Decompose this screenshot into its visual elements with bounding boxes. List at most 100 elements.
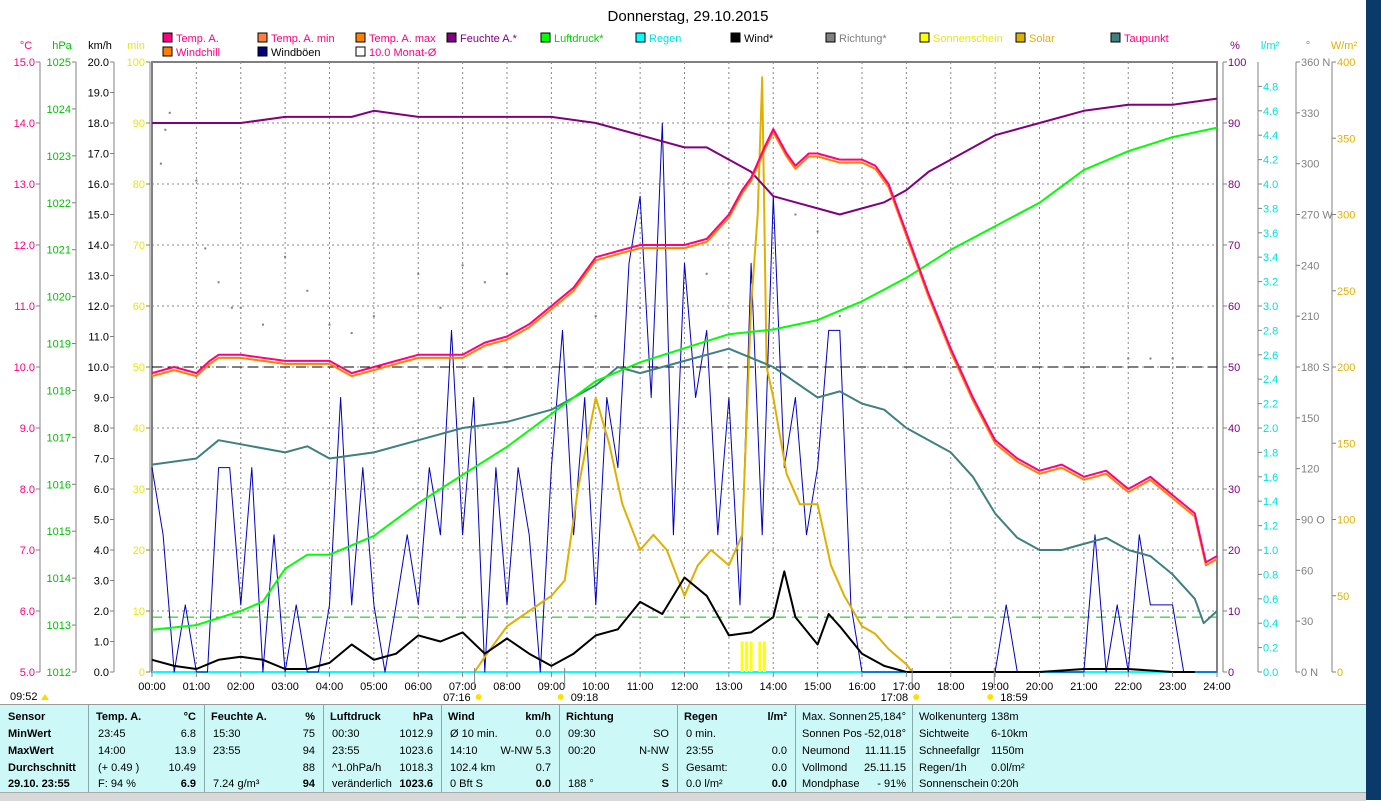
- axis-tick-label: 2.2: [1263, 399, 1278, 411]
- misc-label: Sonnenschein: [919, 778, 989, 790]
- legend-swatch: [825, 32, 836, 43]
- axis-tick-label: 0: [139, 667, 145, 679]
- axis-tick-label: 14.0: [14, 118, 35, 130]
- sun-value: 25,184°: [867, 711, 906, 723]
- legend-label: 10.0 Monat-Ø: [369, 47, 437, 59]
- axis-tick-label: 5.0: [94, 515, 109, 527]
- sun-value: 11.11.15: [864, 745, 906, 757]
- axis-tick-label: 2.0: [94, 606, 109, 618]
- x-axis-tick-label: 21:00: [1070, 681, 1098, 693]
- x-axis-tick-label: 22:00: [1114, 681, 1142, 693]
- rain-column: Regen l/m² 0 min. 23:55 0.0 Gesamt: 0.0 0.0 l/m…: [678, 705, 796, 793]
- axis-tick-label: 1013: [47, 620, 71, 632]
- richtung-point: [639, 306, 642, 309]
- richtung-point: [506, 272, 508, 275]
- row-label: MaxWert: [8, 745, 54, 757]
- axis-tick-label: 8.0: [20, 484, 35, 496]
- legend-item-richtung-: Richtung*: [825, 32, 887, 45]
- legend-item-windchill: Windchill: [162, 46, 220, 59]
- axis-unit-label: %: [1230, 40, 1240, 52]
- x-axis-tick-label: 03:00: [271, 681, 299, 693]
- richtung-point: [350, 332, 353, 335]
- axis-tick-label: 100: [1337, 515, 1355, 527]
- temp-time: F: 94 %: [98, 778, 136, 790]
- axis-tick-label: 210: [1301, 311, 1319, 323]
- richtung-point: [164, 128, 167, 131]
- row-label: MinWert: [8, 728, 52, 740]
- hum-unit: %: [305, 711, 315, 723]
- temp-header: Temp. A.: [96, 711, 142, 723]
- axis-tick-label: 0 N: [1301, 667, 1318, 679]
- temp-unit: °C: [183, 711, 196, 723]
- sunrise-icon: [913, 694, 920, 700]
- sensor-column: Sensor MinWert MaxWert Durchschnitt 29.1…: [0, 705, 89, 793]
- axis-unit-label: °C: [20, 40, 32, 52]
- axis-tick-label: 10.0: [14, 362, 35, 374]
- axis-tick-label: 1015: [47, 526, 71, 538]
- x-axis-tick-label: 01:00: [183, 681, 211, 693]
- temp-value: 13.9: [174, 745, 196, 757]
- legend-swatch: [355, 46, 366, 57]
- axis-tick-label: 100: [1228, 57, 1246, 69]
- axis-tick-label: 9.0: [94, 393, 109, 405]
- axis-unit-label: km/h: [88, 40, 112, 52]
- sun-marker-label: 18:59: [1000, 692, 1028, 704]
- legend-item-temp-a-min: Temp. A. min: [257, 32, 335, 45]
- axis-tick-label: 400: [1337, 57, 1355, 69]
- axis-tick-label: 2.0: [1263, 423, 1278, 435]
- richtung-point: [417, 272, 420, 275]
- axis-tick-label: 1012: [47, 667, 71, 679]
- sun-label: Sonnen Pos: [802, 728, 862, 740]
- axis-tick-label: 90 O: [1301, 515, 1325, 527]
- richtung-point: [372, 315, 375, 318]
- hum-value: 94: [302, 745, 315, 757]
- richtung-point: [794, 213, 797, 216]
- legend-item-regen: Regen: [635, 32, 681, 45]
- dir-time: 09:30: [568, 728, 596, 740]
- richtung-point: [439, 306, 442, 309]
- axis-tick-label: 50: [1228, 362, 1240, 374]
- axis-tick-label: 20: [133, 545, 145, 557]
- sun-label: Mondphase: [802, 778, 860, 790]
- axis-tick-label: 80: [133, 179, 145, 191]
- richtung-point: [594, 315, 597, 318]
- richtung-point: [284, 255, 287, 258]
- axis-tick-label: 15.0: [88, 210, 109, 222]
- legend-label: Luftdruck*: [554, 33, 604, 45]
- press-unit: hPa: [412, 711, 433, 723]
- axis-tick-label: 0.6: [1263, 594, 1278, 606]
- temp-value: 10.49: [168, 762, 196, 774]
- axis-tick-label: 6.0: [94, 484, 109, 496]
- axis-tick-label: 120: [1301, 464, 1319, 476]
- rain-header: Regen: [684, 711, 718, 723]
- axis-tick-label: 0.0: [1263, 667, 1278, 679]
- sun-value: 25.11.15: [863, 762, 906, 774]
- wind-time: 102.4 km: [450, 762, 496, 774]
- axis-tick-label: 0.8: [1263, 569, 1278, 581]
- misc-value: 0.0l/m²: [991, 762, 1025, 774]
- window-edge: [1366, 0, 1381, 800]
- legend-item-solar: Solar: [1015, 32, 1055, 45]
- axis-tick-label: 9.0: [20, 423, 35, 435]
- rain-time: 23:55: [686, 745, 714, 757]
- row-label: Durchschnitt: [8, 762, 76, 774]
- axis-tick-label: 4.6: [1263, 106, 1278, 118]
- axis-tick-label: 50: [1337, 591, 1349, 603]
- legend-swatch: [730, 32, 741, 43]
- legend-item-temp-a-max: Temp. A. max: [355, 32, 436, 45]
- axis-tick-label: 8.0: [94, 423, 109, 435]
- x-axis-tick-label: 15:00: [804, 681, 832, 693]
- axis-tick-label: 3.0: [94, 576, 109, 588]
- sonnenschein-bar: [745, 641, 749, 672]
- x-axis-tick-label: 04:00: [316, 681, 344, 693]
- legend-label: Wind*: [744, 33, 774, 45]
- x-axis-tick-label: 05:00: [360, 681, 388, 693]
- richtung-point: [816, 230, 819, 233]
- axis-tick-label: 6.0: [20, 606, 35, 618]
- axis-tick-label: 13.0: [88, 271, 109, 283]
- misc-label: Wolkenunterg: [919, 711, 987, 723]
- axis-tick-label: 12.0: [88, 301, 109, 313]
- axis-tick-label: 300: [1337, 210, 1355, 222]
- temp-time: 23:45: [98, 728, 126, 740]
- misc-value: 138m: [991, 711, 1019, 723]
